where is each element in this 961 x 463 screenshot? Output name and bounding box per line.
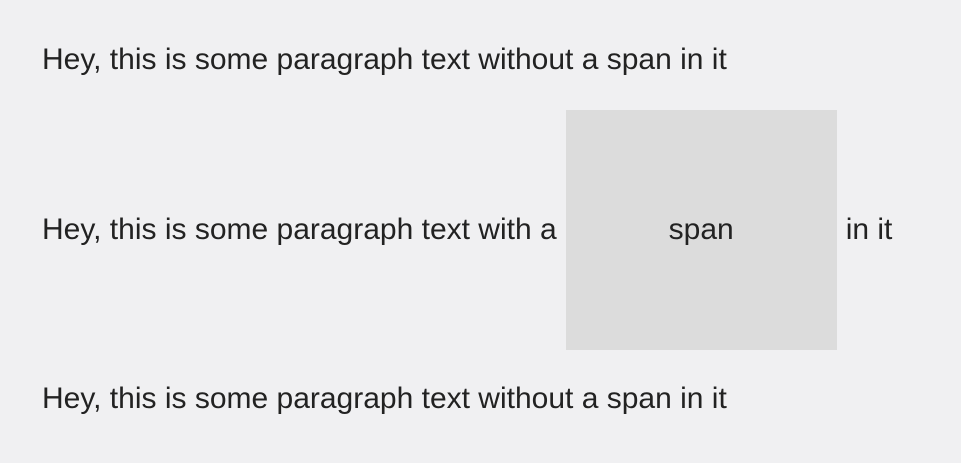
paragraph-with-span: Hey, this is some paragraph text with a … <box>42 110 892 350</box>
paragraph-without-span-1: Hey, this is some paragraph text without… <box>42 43 727 76</box>
paragraph-text-after-span: in it <box>845 213 893 246</box>
inline-span-box: span <box>565 110 837 350</box>
paragraph-text-before-span: Hey, this is some paragraph text with a <box>42 213 557 246</box>
paragraph-without-span-2: Hey, this is some paragraph text without… <box>42 382 727 415</box>
